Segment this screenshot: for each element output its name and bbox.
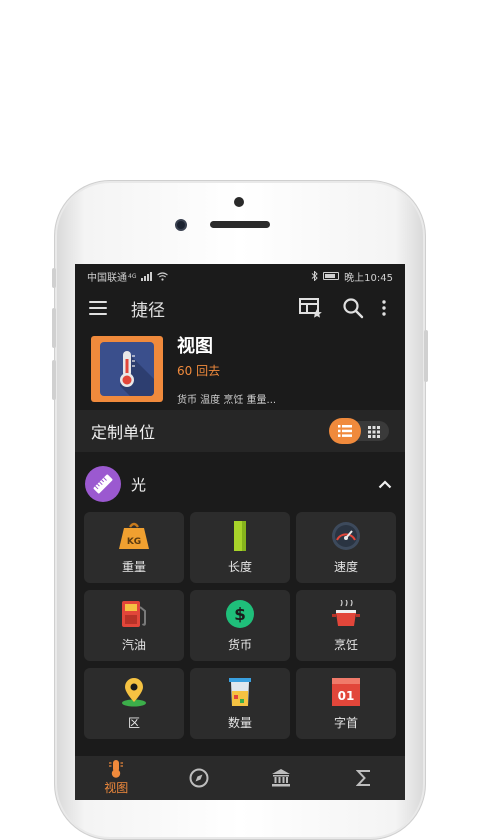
prefix-text: 01 — [338, 689, 355, 703]
tile-fuel[interactable]: 汽油 — [84, 590, 184, 661]
thermometer-icon — [109, 760, 124, 778]
group-header[interactable]: 光 — [75, 460, 405, 508]
tile-label: 烹饪 — [333, 638, 358, 652]
carrier-label: 中国联通 — [87, 272, 127, 284]
app-screen: 中国联通 4G 晚上10:45 捷径 视图 60 回去 货币 温度 烹饪 重量.… — [75, 264, 405, 800]
speedometer-icon — [330, 520, 362, 552]
tile-label: 数量 — [227, 716, 252, 730]
view-title: 视图 — [177, 336, 213, 357]
tile-volume[interactable]: 数量 — [190, 668, 290, 739]
chevron-up-icon[interactable] — [375, 474, 395, 494]
tile-label: 长度 — [227, 560, 252, 574]
menu-icon[interactable] — [89, 301, 107, 315]
weight-badge: KG — [127, 537, 141, 547]
thermometer-icon — [100, 342, 154, 396]
wifi-icon — [157, 271, 169, 281]
view-subtitle: 60 回去 — [177, 364, 221, 378]
view-tags: 货币 温度 烹饪 重量... — [177, 395, 277, 406]
section-title: 定制单位 — [91, 423, 156, 442]
tile-label: 区 — [127, 716, 140, 730]
favorite-layout-icon[interactable] — [297, 294, 325, 322]
bottom-nav: 视图 — [75, 756, 405, 800]
tile-speed[interactable]: 速度 — [296, 512, 396, 583]
tile-currency[interactable]: $ 货币 — [190, 590, 290, 661]
dollar-icon: $ — [224, 598, 256, 630]
tile-cooking[interactable]: 烹饪 — [296, 590, 396, 661]
tile-label: 重量 — [121, 560, 146, 574]
grid-view-icon[interactable] — [367, 424, 381, 438]
ruler-icon — [224, 520, 256, 552]
ruler-group-icon — [85, 466, 121, 502]
front-camera — [175, 219, 187, 231]
status-bar: 中国联通 4G 晚上10:45 — [75, 264, 405, 288]
earpiece-speaker — [210, 221, 270, 228]
search-icon[interactable] — [339, 294, 367, 322]
app-bar: 捷径 — [75, 288, 405, 328]
units-grid: KG 重量 长度 速度 汽油 $ 货币 烹饪 区 数量 01 字首 — [75, 512, 405, 739]
custom-units-bar: 定制单位 — [75, 410, 405, 452]
compass-icon — [189, 768, 209, 788]
signal-icon — [141, 271, 153, 281]
power-button — [424, 330, 428, 382]
list-view-icon[interactable] — [329, 418, 361, 444]
cooking-pot-icon — [330, 598, 362, 630]
view-thumbnail — [91, 336, 163, 402]
proximity-sensor — [234, 197, 244, 207]
appbar-title: 捷径 — [131, 300, 165, 321]
battery-icon — [323, 272, 340, 280]
bank-icon — [272, 769, 291, 787]
tile-length[interactable]: 长度 — [190, 512, 290, 583]
nav-explore[interactable] — [158, 756, 241, 800]
bluetooth-icon — [311, 271, 318, 281]
prefix-icon: 01 — [330, 676, 362, 708]
tile-prefix[interactable]: 01 字首 — [296, 668, 396, 739]
layout-toggle[interactable] — [329, 418, 389, 444]
sigma-icon — [355, 770, 370, 786]
svg-text:$: $ — [234, 605, 246, 625]
beaker-icon — [224, 676, 256, 708]
volume-up-button — [52, 308, 56, 348]
nav-bank[interactable] — [240, 756, 323, 800]
tile-weight[interactable]: KG 重量 — [84, 512, 184, 583]
mute-switch — [52, 268, 56, 288]
tile-label: 汽油 — [121, 638, 146, 652]
volume-down-button — [52, 360, 56, 400]
current-view-card[interactable]: 视图 60 回去 货币 温度 烹饪 重量... — [75, 328, 405, 410]
nav-calculator[interactable] — [323, 756, 406, 800]
tile-area[interactable]: 区 — [84, 668, 184, 739]
network-type: 4G — [128, 272, 137, 280]
nav-view[interactable]: 视图 — [75, 756, 158, 800]
fuel-pump-icon — [118, 598, 150, 630]
tile-label: 货币 — [227, 638, 252, 652]
group-name: 光 — [131, 475, 147, 494]
nav-view-label: 视图 — [104, 781, 129, 795]
status-time: 晚上10:45 — [344, 272, 393, 284]
more-options-icon[interactable] — [377, 294, 391, 322]
weight-icon: KG — [118, 520, 150, 552]
tile-label: 速度 — [333, 560, 358, 574]
map-pin-icon — [118, 676, 150, 708]
tile-label: 字首 — [333, 716, 358, 730]
